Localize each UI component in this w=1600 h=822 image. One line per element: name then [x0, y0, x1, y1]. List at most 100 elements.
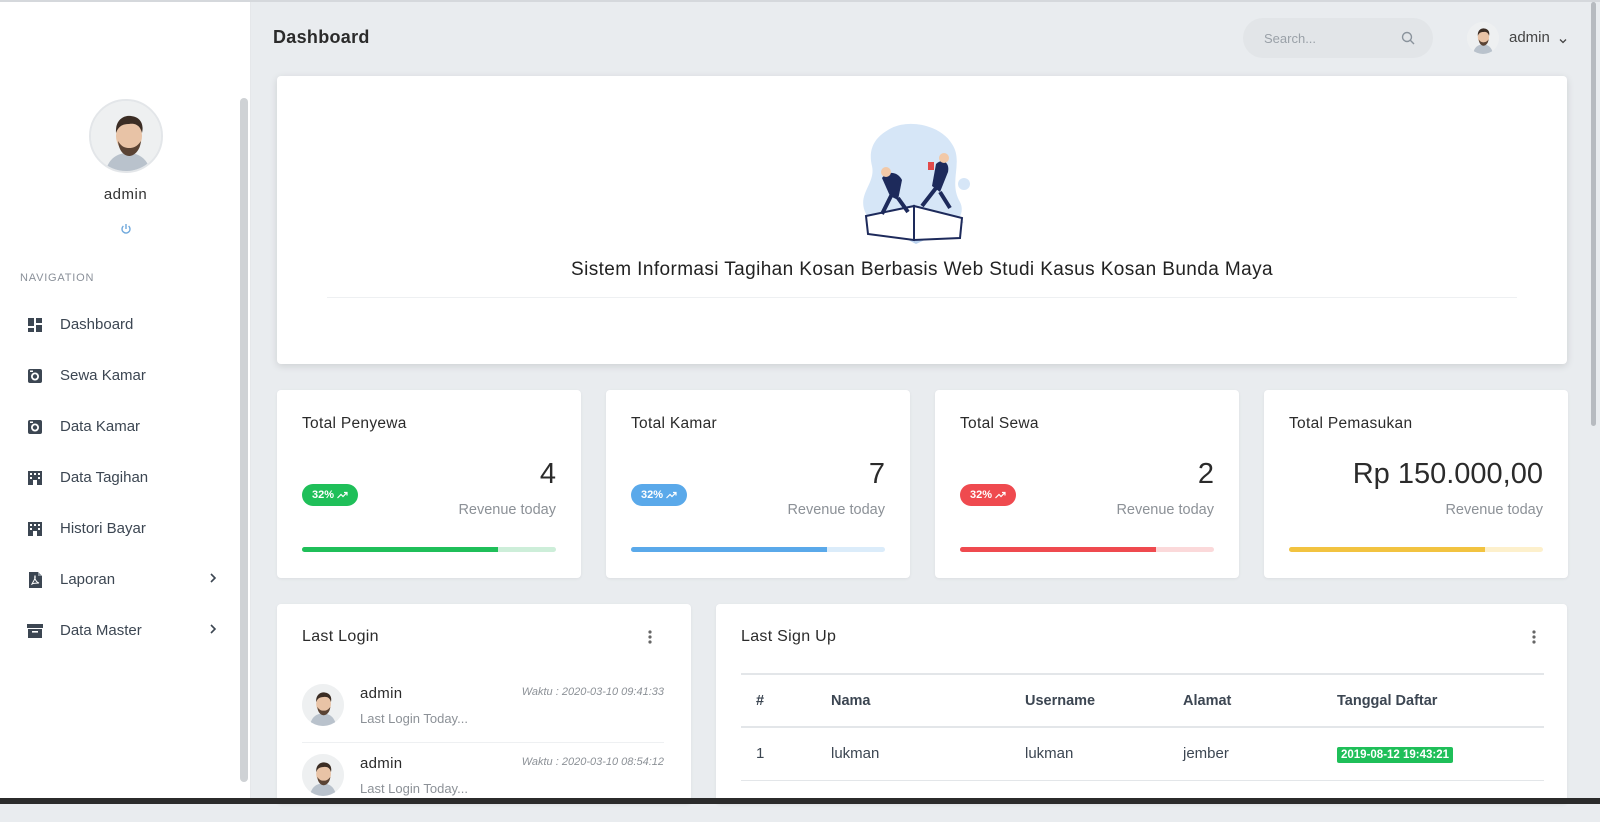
chevron-right-icon [206, 622, 220, 636]
welcome-card: Sistem Informasi Tagihan Kosan Berbasis … [277, 76, 1567, 364]
chevron-right-icon [206, 571, 220, 585]
login-desc: Last Login Today... [360, 781, 468, 796]
login-desc: Last Login Today... [360, 711, 468, 726]
dashboard-icon [26, 316, 44, 334]
progress-fill [302, 547, 498, 552]
sidebar-item-label: Data Master [60, 622, 142, 639]
sidebar-scrollbar[interactable] [240, 98, 248, 782]
avatar [302, 684, 344, 726]
cell-username: lukman [1010, 727, 1168, 781]
stat-subtitle: Revenue today [1116, 502, 1214, 518]
building-icon [26, 469, 44, 487]
sidebar: admin NAVIGATION Dashboard Sewa Kamar Da… [0, 2, 251, 798]
divider [302, 742, 664, 743]
sidebar-item-label: Dashboard [60, 316, 134, 333]
progress-fill [960, 547, 1156, 552]
progress-fill [631, 547, 827, 552]
chevron-down-icon[interactable] [1558, 33, 1568, 44]
sidebar-item-data-kamar[interactable]: Data Kamar [0, 401, 240, 452]
panel-title: Last Sign Up [741, 628, 837, 645]
sidebar-nav: Dashboard Sewa Kamar Data Kamar Data Tag… [0, 299, 240, 656]
trending-up-icon [337, 491, 348, 499]
sidebar-item-label: Sewa Kamar [60, 367, 146, 384]
progress-bar [302, 547, 556, 552]
table-row[interactable]: 1 lukman lukman jember 2019-08-12 19:43:… [741, 727, 1544, 781]
list-item[interactable]: admin Waktu : 2020-03-10 08:54:12 Last L… [302, 754, 664, 822]
trending-up-icon [666, 491, 677, 499]
sidebar-item-laporan[interactable]: Laporan [0, 554, 240, 605]
stat-title: Total Kamar [631, 415, 717, 432]
signup-table: # Nama Username Alamat Tanggal Daftar 1 … [741, 673, 1544, 781]
user-menu-name[interactable]: admin [1509, 29, 1550, 46]
profile-name: admin [103, 186, 148, 203]
column-header: # [741, 673, 816, 728]
last-login-card: Last Login admin Waktu : 2020-03-10 09:4… [277, 604, 691, 804]
user-avatar[interactable] [1467, 22, 1499, 54]
stat-value: 7 [868, 458, 885, 490]
login-time: Waktu : 2020-03-10 08:54:12 [521, 756, 664, 768]
login-user-name: admin [360, 685, 403, 702]
column-header: Tanggal Daftar [1322, 673, 1544, 728]
cell-tanggal: 2019-08-12 19:43:21 [1322, 727, 1544, 781]
sidebar-item-label: Histori Bayar [60, 520, 146, 537]
file-pdf-icon [26, 571, 44, 589]
search-input[interactable] [1264, 30, 1394, 46]
page-title: Dashboard [273, 27, 370, 47]
trend-badge-label: 32% [311, 489, 335, 501]
trending-up-icon [995, 491, 1006, 499]
archive-icon [26, 622, 44, 640]
more-vertical-icon[interactable] [643, 628, 657, 646]
trend-badge-label: 32% [969, 489, 993, 501]
hero-title: Sistem Informasi Tagihan Kosan Berbasis … [571, 259, 1273, 280]
avatar [302, 754, 344, 796]
more-vertical-icon[interactable] [1527, 628, 1541, 646]
trend-badge: 32% [302, 484, 358, 506]
sidebar-item-data-tagihan[interactable]: Data Tagihan [0, 452, 240, 503]
trend-badge-label: 32% [640, 489, 664, 501]
building-icon [26, 520, 44, 538]
login-time: Waktu : 2020-03-10 09:41:33 [521, 686, 664, 698]
panel-title: Last Login [302, 628, 379, 645]
table-header-row: # Nama Username Alamat Tanggal Daftar [741, 673, 1544, 728]
divider [327, 297, 1517, 298]
camera-icon [26, 418, 44, 436]
date-badge: 2019-08-12 19:43:21 [1337, 746, 1454, 763]
sidebar-item-label: Data Kamar [60, 418, 141, 435]
stat-subtitle: Revenue today [1445, 502, 1543, 518]
trend-badge: 32% [960, 484, 1016, 506]
stat-card-total-sewa: Total Sewa 2 Revenue today 32% [935, 390, 1239, 578]
stat-card-total-kamar: Total Kamar 7 Revenue today 32% [606, 390, 910, 578]
profile-avatar[interactable] [89, 99, 163, 173]
stat-value: Rp 150.000,00 [1352, 458, 1543, 490]
search-icon[interactable] [1401, 31, 1415, 45]
cell-alamat: jember [1168, 727, 1322, 781]
stat-card-total-pemasukan: Total Pemasukan Rp 150.000,00 Revenue to… [1264, 390, 1568, 578]
progress-fill [1289, 547, 1485, 552]
login-user-name: admin [360, 755, 403, 772]
cell-no: 1 [741, 727, 816, 781]
sidebar-item-histori-bayar[interactable]: Histori Bayar [0, 503, 240, 554]
stat-subtitle: Revenue today [458, 502, 556, 518]
stat-subtitle: Revenue today [787, 502, 885, 518]
stat-value: 2 [1197, 458, 1214, 490]
progress-bar [960, 547, 1214, 552]
trend-badge: 32% [631, 484, 687, 506]
progress-bar [631, 547, 885, 552]
stat-title: Total Pemasukan [1289, 415, 1413, 432]
sidebar-item-sewa-kamar[interactable]: Sewa Kamar [0, 350, 240, 401]
sidebar-item-data-master[interactable]: Data Master [0, 605, 240, 656]
nav-heading: NAVIGATION [20, 272, 95, 284]
stat-title: Total Sewa [960, 415, 1039, 432]
sidebar-item-label: Data Tagihan [60, 469, 149, 486]
search-box[interactable] [1243, 18, 1433, 58]
sidebar-item-dashboard[interactable]: Dashboard [0, 299, 240, 350]
power-icon[interactable] [119, 223, 133, 237]
main-scrollbar[interactable] [1591, 2, 1596, 426]
reading-illustration [852, 122, 980, 248]
progress-bar [1289, 547, 1543, 552]
column-header: Alamat [1168, 673, 1322, 728]
last-signup-card: Last Sign Up # Nama Username Alamat Tang… [716, 604, 1567, 804]
column-header: Nama [816, 673, 1010, 728]
stat-title: Total Penyewa [302, 415, 407, 432]
stat-value: 4 [539, 458, 556, 490]
